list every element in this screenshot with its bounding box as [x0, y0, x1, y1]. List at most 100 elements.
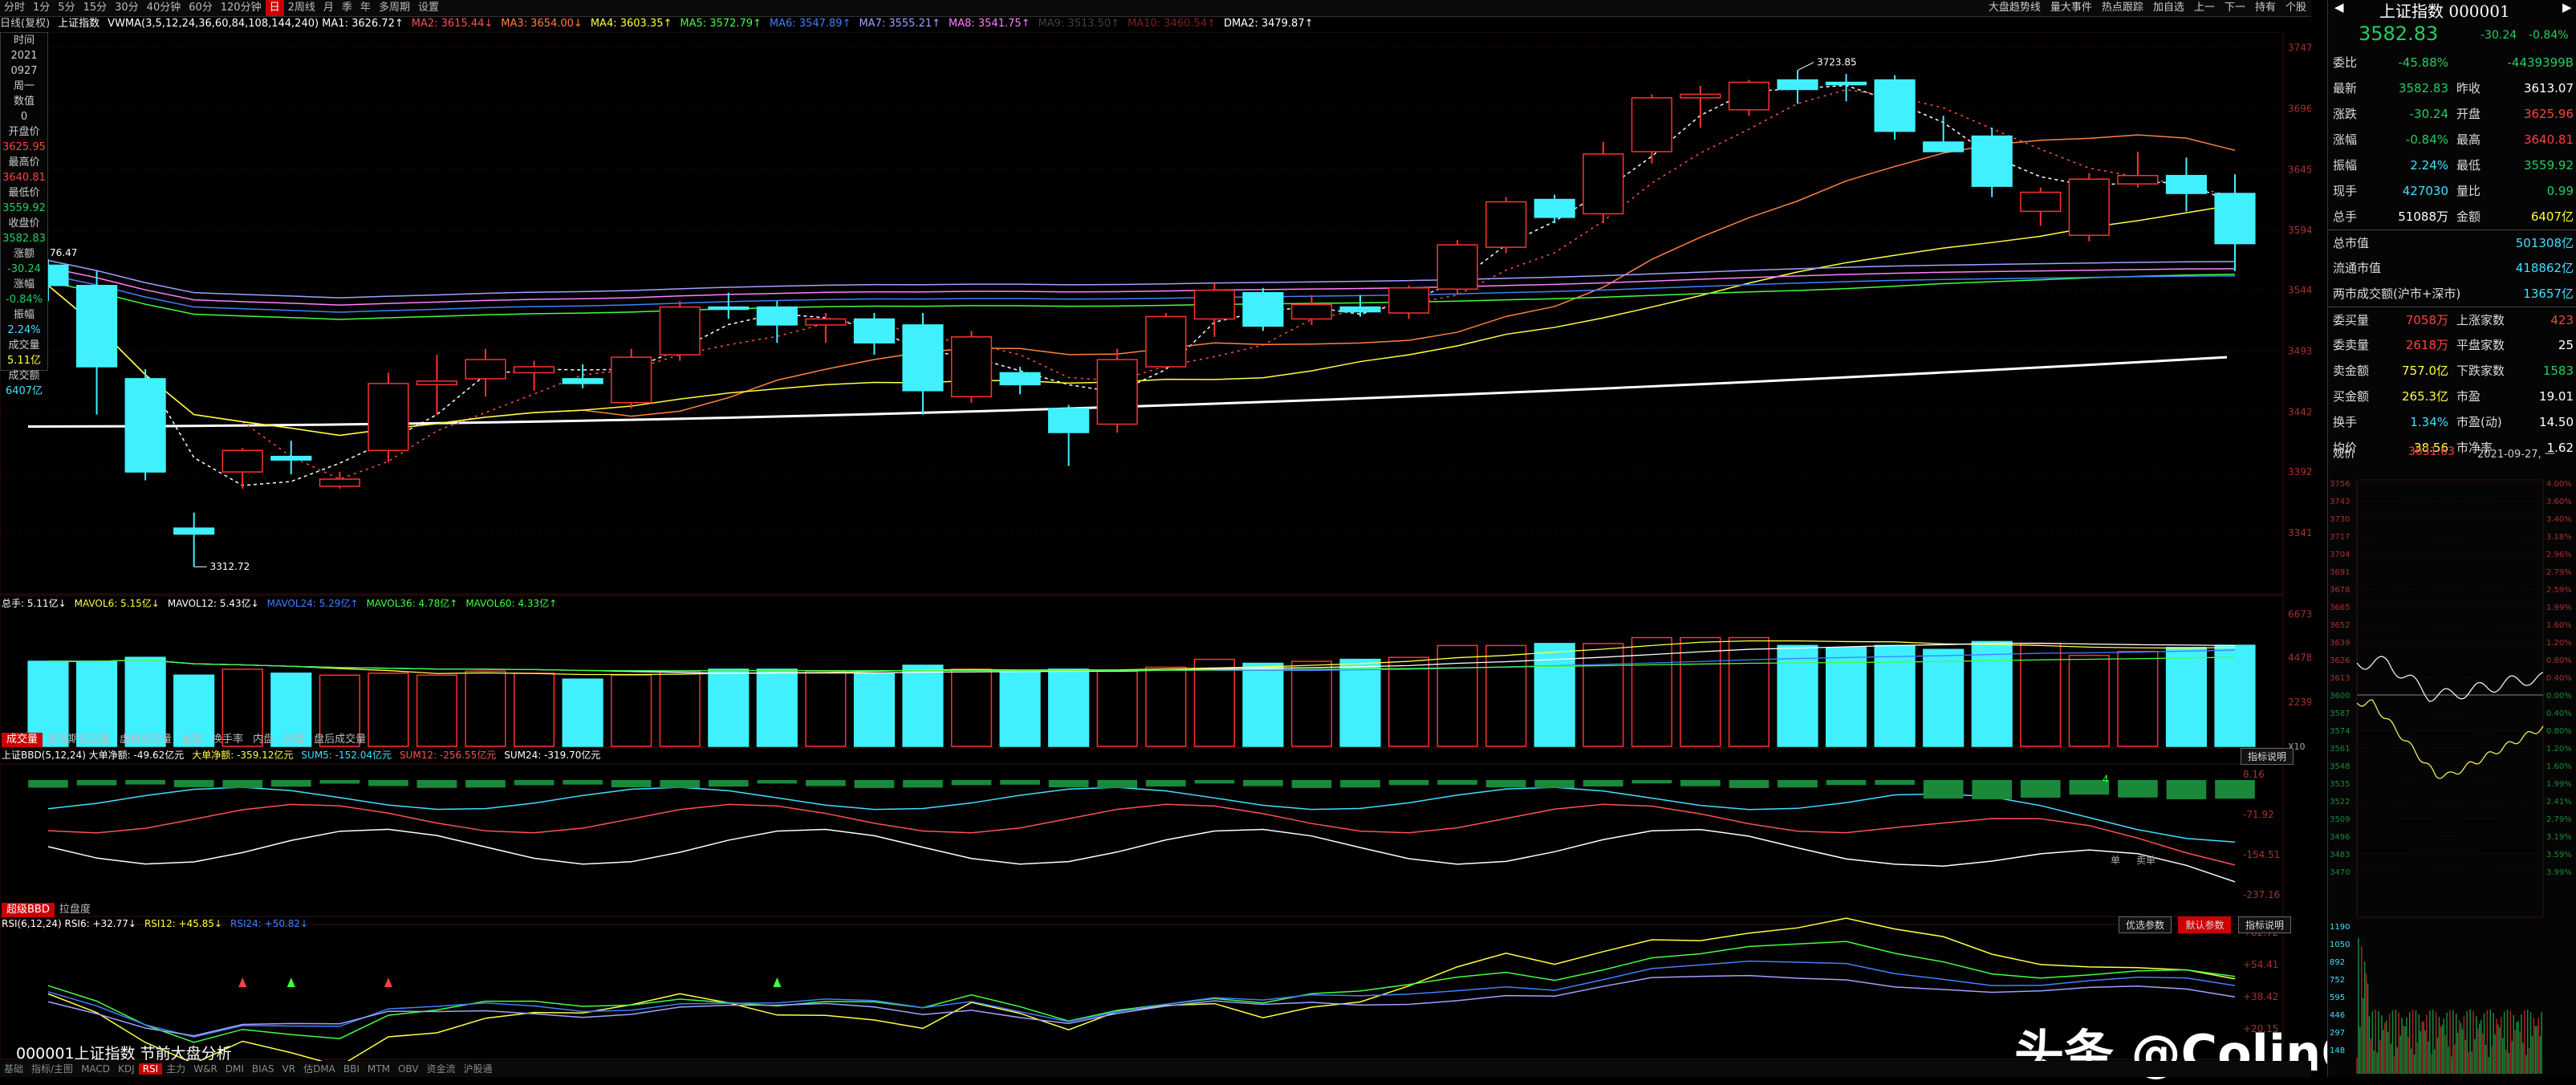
tab-item[interactable]: 超级BBD	[2, 903, 55, 917]
bottom-tab[interactable]: MACD	[77, 1063, 114, 1075]
quote-row: 换手 1.34% 市盈(动) 14.50	[2328, 409, 2576, 435]
bbd-bar	[1826, 780, 1867, 786]
tab-item[interactable]: 内盘	[248, 733, 278, 747]
rsi-signal-arrow	[773, 977, 782, 987]
top-right-button[interactable]: 加自选	[2148, 0, 2189, 16]
quote-value2: 19.01	[2539, 389, 2574, 404]
period-tab[interactable]: 月	[319, 0, 338, 16]
bottom-tab[interactable]: OBV	[394, 1063, 423, 1075]
bottom-tab[interactable]: W&R	[189, 1063, 221, 1075]
bbd-line	[47, 828, 2236, 883]
candle-body	[659, 306, 701, 356]
mini-axis-left: 3756	[2330, 480, 2350, 489]
quote-value2: 14.50	[2539, 415, 2574, 429]
candle-body	[221, 449, 263, 473]
bottom-tab[interactable]: RSI	[138, 1063, 163, 1075]
top-right-button[interactable]: 量大事件	[2046, 0, 2097, 16]
tab-item[interactable]: 盘后成交量	[309, 733, 371, 747]
bottom-tab[interactable]: MTM	[364, 1063, 394, 1075]
bottom-tab[interactable]: 基础	[0, 1063, 27, 1075]
period-tab[interactable]: 设置	[414, 0, 443, 16]
candle-body	[1825, 81, 1867, 86]
tab-item[interactable]: 金额	[177, 733, 207, 747]
mini-axis-left: 3574	[2330, 727, 2350, 736]
top-right-button[interactable]: 热点跟踪	[2097, 0, 2148, 16]
vol-axis-label: 2239	[2288, 697, 2311, 708]
bottom-tab[interactable]: BBI	[339, 1063, 364, 1075]
info-line: 0927	[10, 65, 38, 77]
bbd-bar	[1534, 780, 1575, 788]
period-tab[interactable]: 多周期	[375, 0, 414, 16]
period-tab[interactable]: 5分	[54, 0, 79, 16]
rsi-help-button[interactable]: 指标说明	[2237, 916, 2291, 933]
mini-vol-axis: 446	[2330, 1011, 2345, 1020]
period-toolbar: 分时 1分 5分 15分 30分 40分钟 60分 120分钟日 2周线月季年多周期 设置 大盘趋…	[0, 0, 2311, 17]
period-tab[interactable]: 分时	[0, 0, 29, 16]
price-axis-label: 3544	[2288, 285, 2311, 296]
top-right-button[interactable]: 个股	[2281, 0, 2311, 16]
bottom-tab[interactable]: DMI	[221, 1063, 248, 1075]
bottom-tab[interactable]: 主力	[162, 1063, 189, 1075]
period-tab[interactable]: 1分	[29, 0, 54, 16]
default-params-button[interactable]: 默认参数	[2178, 916, 2232, 933]
top-right-button[interactable]: 大盘趋势线	[1984, 0, 2046, 16]
high-marker	[1797, 62, 1814, 71]
indicator-help-button[interactable]: 指标说明	[2241, 748, 2294, 765]
intraday-mini-chart[interactable]: 3756 4.00% 3743 3.60% 3730 3.40% 3717 3.18% 3704…	[2328, 473, 2576, 1077]
legend-item: MAVOL36: 4.78亿↑	[366, 598, 458, 609]
price-axis-label: 3493	[2288, 346, 2311, 357]
candle-body	[950, 336, 993, 398]
mini-vol-axis: 1190	[2330, 923, 2350, 932]
bottom-tab[interactable]: BIAS	[248, 1063, 278, 1075]
volume-bar	[465, 670, 506, 747]
info-line: 时间	[13, 35, 35, 47]
volume-bar	[1583, 643, 1624, 747]
candle-body	[1242, 291, 1284, 327]
tab-item[interactable]: 成交量	[2, 733, 43, 747]
tab-item[interactable]: 换手率	[207, 733, 248, 747]
candle-body	[1193, 289, 1235, 320]
period-tab[interactable]: 季	[338, 0, 356, 16]
period-tab[interactable]: 30分	[111, 0, 143, 16]
bottom-tab[interactable]: KDJ	[114, 1063, 139, 1075]
mini-axis-right: 3.19%	[2546, 833, 2572, 842]
optimal-params-button[interactable]: 优选参数	[2119, 916, 2172, 933]
bottom-tab[interactable]: VR	[278, 1063, 300, 1075]
top-right-button[interactable]: 上一	[2189, 0, 2220, 16]
period-tab[interactable]: 年	[356, 0, 375, 16]
bbd-line	[47, 803, 2236, 866]
volume-bar	[1680, 636, 1721, 747]
period-tab[interactable]: 60分	[185, 0, 217, 16]
mini-axis-left: 3665	[2330, 603, 2350, 612]
candle-body	[1339, 306, 1381, 313]
bottom-tab[interactable]: 资金流	[422, 1063, 459, 1075]
bbd-text: 卖单	[2136, 855, 2155, 866]
bbd-bar	[611, 780, 652, 787]
quote-key2: 下跌家数	[2456, 364, 2505, 378]
bottom-tab[interactable]: 估DMA	[299, 1063, 339, 1075]
bottom-tab[interactable]: 指标/主图	[27, 1063, 77, 1075]
bottom-tab[interactable]: 沪股通	[460, 1063, 497, 1075]
period-tab[interactable]: 2周线	[284, 0, 319, 16]
prev-arrow-icon[interactable]: ◀	[2334, 0, 2350, 16]
period-tab[interactable]: 日	[265, 0, 284, 16]
tab-item[interactable]: 多周期成交量	[43, 733, 115, 747]
next-arrow-icon[interactable]: ▶	[2562, 0, 2572, 14]
bbd-bar	[368, 780, 408, 786]
tab-item[interactable]: 拉盘度	[55, 903, 95, 917]
rsi-signal-arrow	[238, 977, 247, 987]
candle-body	[756, 306, 798, 326]
price-axis-label: 3341	[2288, 527, 2311, 538]
bbd-axis-label: -237.16	[2243, 889, 2280, 900]
chart-area[interactable]: 3747 3696 3645 3594 3544 3493 3442 3392 3341 3723…	[0, 32, 2311, 1061]
top-right-button[interactable]: 下一	[2220, 0, 2250, 16]
period-tab[interactable]: 40分钟	[143, 0, 185, 16]
bbd-bar	[514, 780, 555, 786]
candle-body	[416, 380, 458, 386]
top-right-button[interactable]: 持有	[2250, 0, 2281, 16]
tab-item[interactable]: 外盘	[278, 733, 309, 747]
period-tab[interactable]: 120分钟	[217, 0, 266, 16]
tab-item[interactable]: 虚拟成交量	[115, 733, 177, 747]
period-tab[interactable]: 15分	[79, 0, 112, 16]
high-label: 3723.85	[1817, 57, 1857, 68]
